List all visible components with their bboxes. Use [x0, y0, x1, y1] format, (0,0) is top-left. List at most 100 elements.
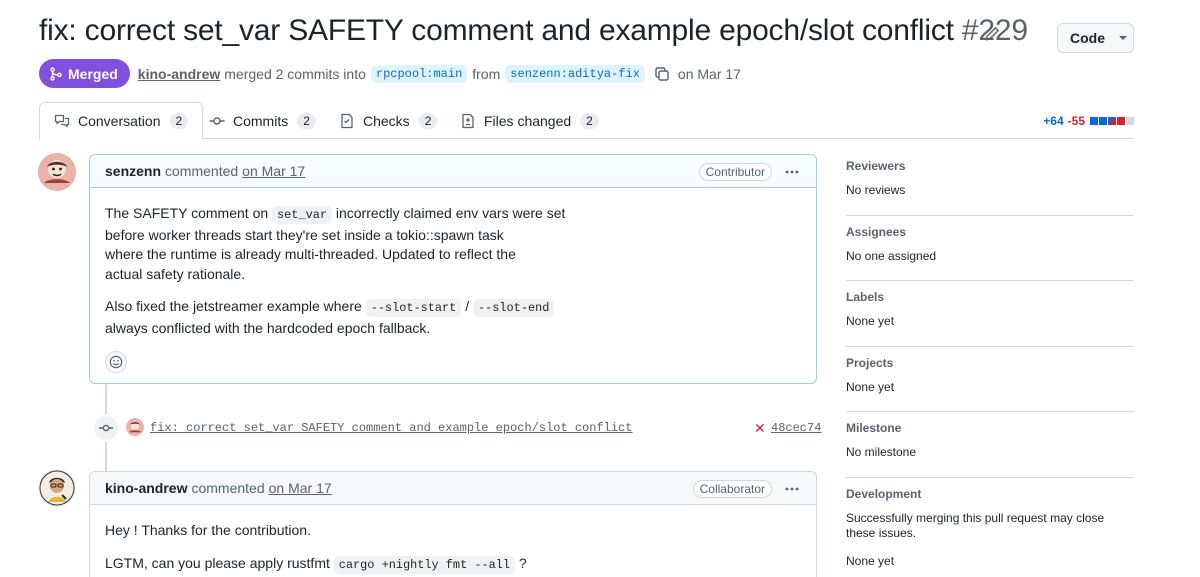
tab-files-changed[interactable]: Files changed 2 [460, 102, 599, 139]
sidebar-heading[interactable]: Development [846, 487, 1134, 501]
role-badge: Collaborator [692, 480, 772, 498]
sidebar-value: Successfully merging this pull request m… [846, 510, 1105, 541]
kebab-horizontal-icon[interactable] [784, 481, 800, 497]
sidebar-projects: Projects None yet [846, 347, 1134, 412]
author-link[interactable]: kino-andrew [138, 66, 220, 82]
comment-card: kino-andrew commented on Mar 17 Collabor… [89, 471, 817, 577]
avatar-senzenn [126, 418, 144, 436]
inline-code: cargo +nightly fmt --all [333, 555, 516, 574]
comment-discussion-icon [54, 114, 70, 128]
text: where the runtime is already multi-threa… [105, 246, 516, 262]
comment-time[interactable]: on Mar 17 [242, 163, 305, 179]
inline-code: --slot-start [365, 299, 462, 317]
status-label: Merged [68, 65, 118, 82]
avatar[interactable] [126, 418, 144, 436]
pr-meta: Merged kino-andrew merged 2 commits into… [39, 59, 741, 88]
tab-count: 2 [580, 112, 599, 129]
diff-additions: +64 [1043, 114, 1064, 128]
avatar-senzenn [38, 153, 76, 191]
tab-checks[interactable]: Checks 2 [339, 102, 438, 139]
sidebar-development: Development Successfully merging this pu… [846, 478, 1134, 577]
code-button[interactable]: Code [1057, 23, 1134, 53]
diff-deletions: -55 [1067, 114, 1085, 128]
diff-block [1117, 117, 1125, 125]
diffstat: +64 -55 [1043, 114, 1134, 128]
inline-code: set_var [272, 206, 332, 224]
sidebar-value: No reviews [846, 183, 906, 197]
sidebar-heading[interactable]: Assignees [846, 225, 1134, 239]
avatar[interactable] [38, 153, 76, 191]
text: always conflicted with the hardcoded epo… [105, 319, 431, 336]
sidebar-value: None yet [846, 379, 895, 394]
sidebar-value: None yet [846, 553, 895, 568]
commit-message-link[interactable]: fix: correct set_var SAFETY comment and … [150, 421, 632, 435]
text: actual safety rationale. [105, 265, 246, 282]
comment-body: Hey ! Thanks for the contribution. LGTM,… [90, 505, 816, 577]
commit-sha-link[interactable]: 48cec74 [771, 421, 821, 435]
merge-icon [50, 66, 62, 81]
x-icon[interactable]: ✕ [754, 420, 766, 437]
status-badge: Merged [39, 59, 130, 88]
role-badge: Contributor [698, 163, 772, 181]
file-diff-icon [462, 113, 474, 128]
smiley-icon [109, 355, 123, 369]
sidebar-assignees: Assignees No one assigned [846, 216, 1134, 281]
pencil-icon[interactable] [984, 26, 1000, 42]
sidebar-labels: Labels None yet [846, 281, 1134, 347]
diff-block [1090, 117, 1098, 125]
from-text: from [472, 65, 501, 82]
sidebar-value: No one assigned [846, 248, 937, 263]
comment-header: senzenn commented on Mar 17 Contributor [90, 155, 816, 188]
code-button-label: Code [1070, 30, 1105, 46]
comment-paragraph: The SAFETY comment on set_var incorrectl… [105, 204, 801, 284]
merge-date: on Mar 17 [677, 65, 741, 82]
sidebar-value: None yet [846, 314, 895, 328]
caret-down-icon [1119, 36, 1127, 40]
commit-event: fix: correct set_var SAFETY comment and … [92, 414, 821, 442]
sidebar-value: No milestone [846, 445, 917, 459]
avatar-kino-andrew [38, 469, 76, 507]
avatar[interactable] [38, 469, 76, 507]
commit-icon [99, 424, 113, 432]
sidebar-heading[interactable]: Milestone [846, 421, 1134, 435]
tab-label: Files changed [484, 112, 572, 129]
copy-icon[interactable] [654, 66, 670, 82]
sidebar-heading[interactable]: Projects [846, 356, 1134, 370]
comment-paragraph: LGTM, can you please apply rustfmt cargo… [105, 554, 801, 576]
diff-block [1099, 117, 1107, 125]
comment-paragraph: Hey ! Thanks for the contribution. [105, 522, 311, 538]
add-reaction-button[interactable] [105, 351, 127, 373]
comment-card: senzenn commented on Mar 17 Contributor … [89, 154, 817, 384]
tab-count: 2 [418, 112, 438, 129]
pr-sidebar: Reviewers No reviews Assignees No one as… [846, 150, 1134, 577]
text: LGTM, can you please apply rustfmt [105, 554, 330, 571]
tab-conversation[interactable]: Conversation 2 [39, 102, 204, 140]
comment-body: The SAFETY comment on set_var incorrectl… [90, 188, 816, 387]
tab-count: 2 [169, 113, 189, 129]
text: ? [518, 554, 527, 571]
kebab-horizontal-icon[interactable] [784, 164, 800, 180]
sidebar-reviewers: Reviewers No reviews [846, 150, 1134, 216]
text: Also fixed the jetstreamer example where [105, 298, 362, 314]
text: incorrectly claimed env vars were set [335, 205, 566, 221]
comment-author[interactable]: kino-andrew [105, 480, 187, 496]
head-branch[interactable]: senzenn:aditya-fix [505, 64, 645, 83]
sidebar-heading[interactable]: Reviewers [846, 159, 1134, 173]
sidebar-milestone: Milestone No milestone [846, 412, 1134, 478]
sidebar-heading[interactable]: Labels [846, 290, 1134, 304]
commit-node [92, 414, 120, 442]
comment-author[interactable]: senzenn [105, 163, 161, 179]
text: before worker threads start they're set … [105, 226, 504, 243]
diff-block [1108, 117, 1116, 125]
tab-label: Commits [233, 112, 289, 129]
pr-tabs: Conversation 2 Commits 2 Checks 2 Files … [39, 102, 1134, 140]
base-branch[interactable]: rpcpool:main [370, 64, 468, 83]
checklist-icon [341, 113, 353, 128]
text: The SAFETY comment on [105, 205, 269, 221]
comment-header: kino-andrew commented on Mar 17 Collabor… [90, 472, 816, 505]
diff-block [1126, 117, 1134, 125]
tab-commits[interactable]: Commits 2 [209, 102, 316, 139]
page-title: fix: correct set_var SAFETY comment and … [39, 14, 1028, 48]
comment-time[interactable]: on Mar 17 [269, 480, 332, 496]
tab-label: Checks [363, 112, 410, 129]
